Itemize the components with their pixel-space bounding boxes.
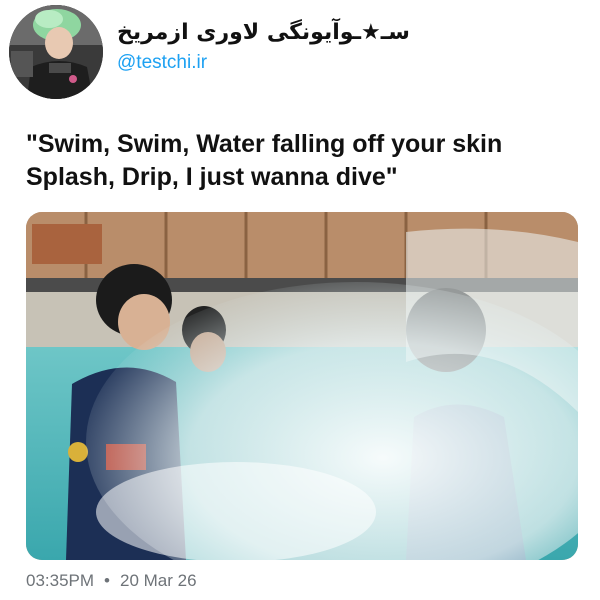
tweet-time[interactable]: 03:35PM	[26, 571, 94, 590]
pool-splash-photo-icon	[26, 212, 578, 560]
tweet-text-line-1: "Swim, Swim, Water falling off your skin	[26, 130, 503, 158]
tweet-media[interactable]	[26, 212, 578, 560]
tweet-meta: 03:35PM • 20 Mar 26	[26, 570, 197, 592]
author-handle[interactable]: @testchi.ir	[117, 52, 410, 74]
avatar-photo-icon	[9, 5, 103, 99]
tweet-text-line-2: Splash, Drip, I just wanna dive"	[26, 163, 398, 191]
avatar[interactable]	[9, 5, 103, 99]
author-block: سـ★ـوآیونگی لاوری ازمریخ @testchi.ir	[117, 20, 410, 74]
tweet-card: سـ★ـوآیونگی لاوری ازمریخ @testchi.ir "Sw…	[0, 0, 600, 600]
tweet-date[interactable]: 20 Mar 26	[120, 571, 197, 590]
author-display-name[interactable]: سـ★ـوآیونگی لاوری ازمریخ	[117, 20, 410, 46]
tweet-text: "Swim, Swim, Water falling off your skin…	[26, 128, 586, 194]
meta-separator: •	[104, 571, 110, 590]
